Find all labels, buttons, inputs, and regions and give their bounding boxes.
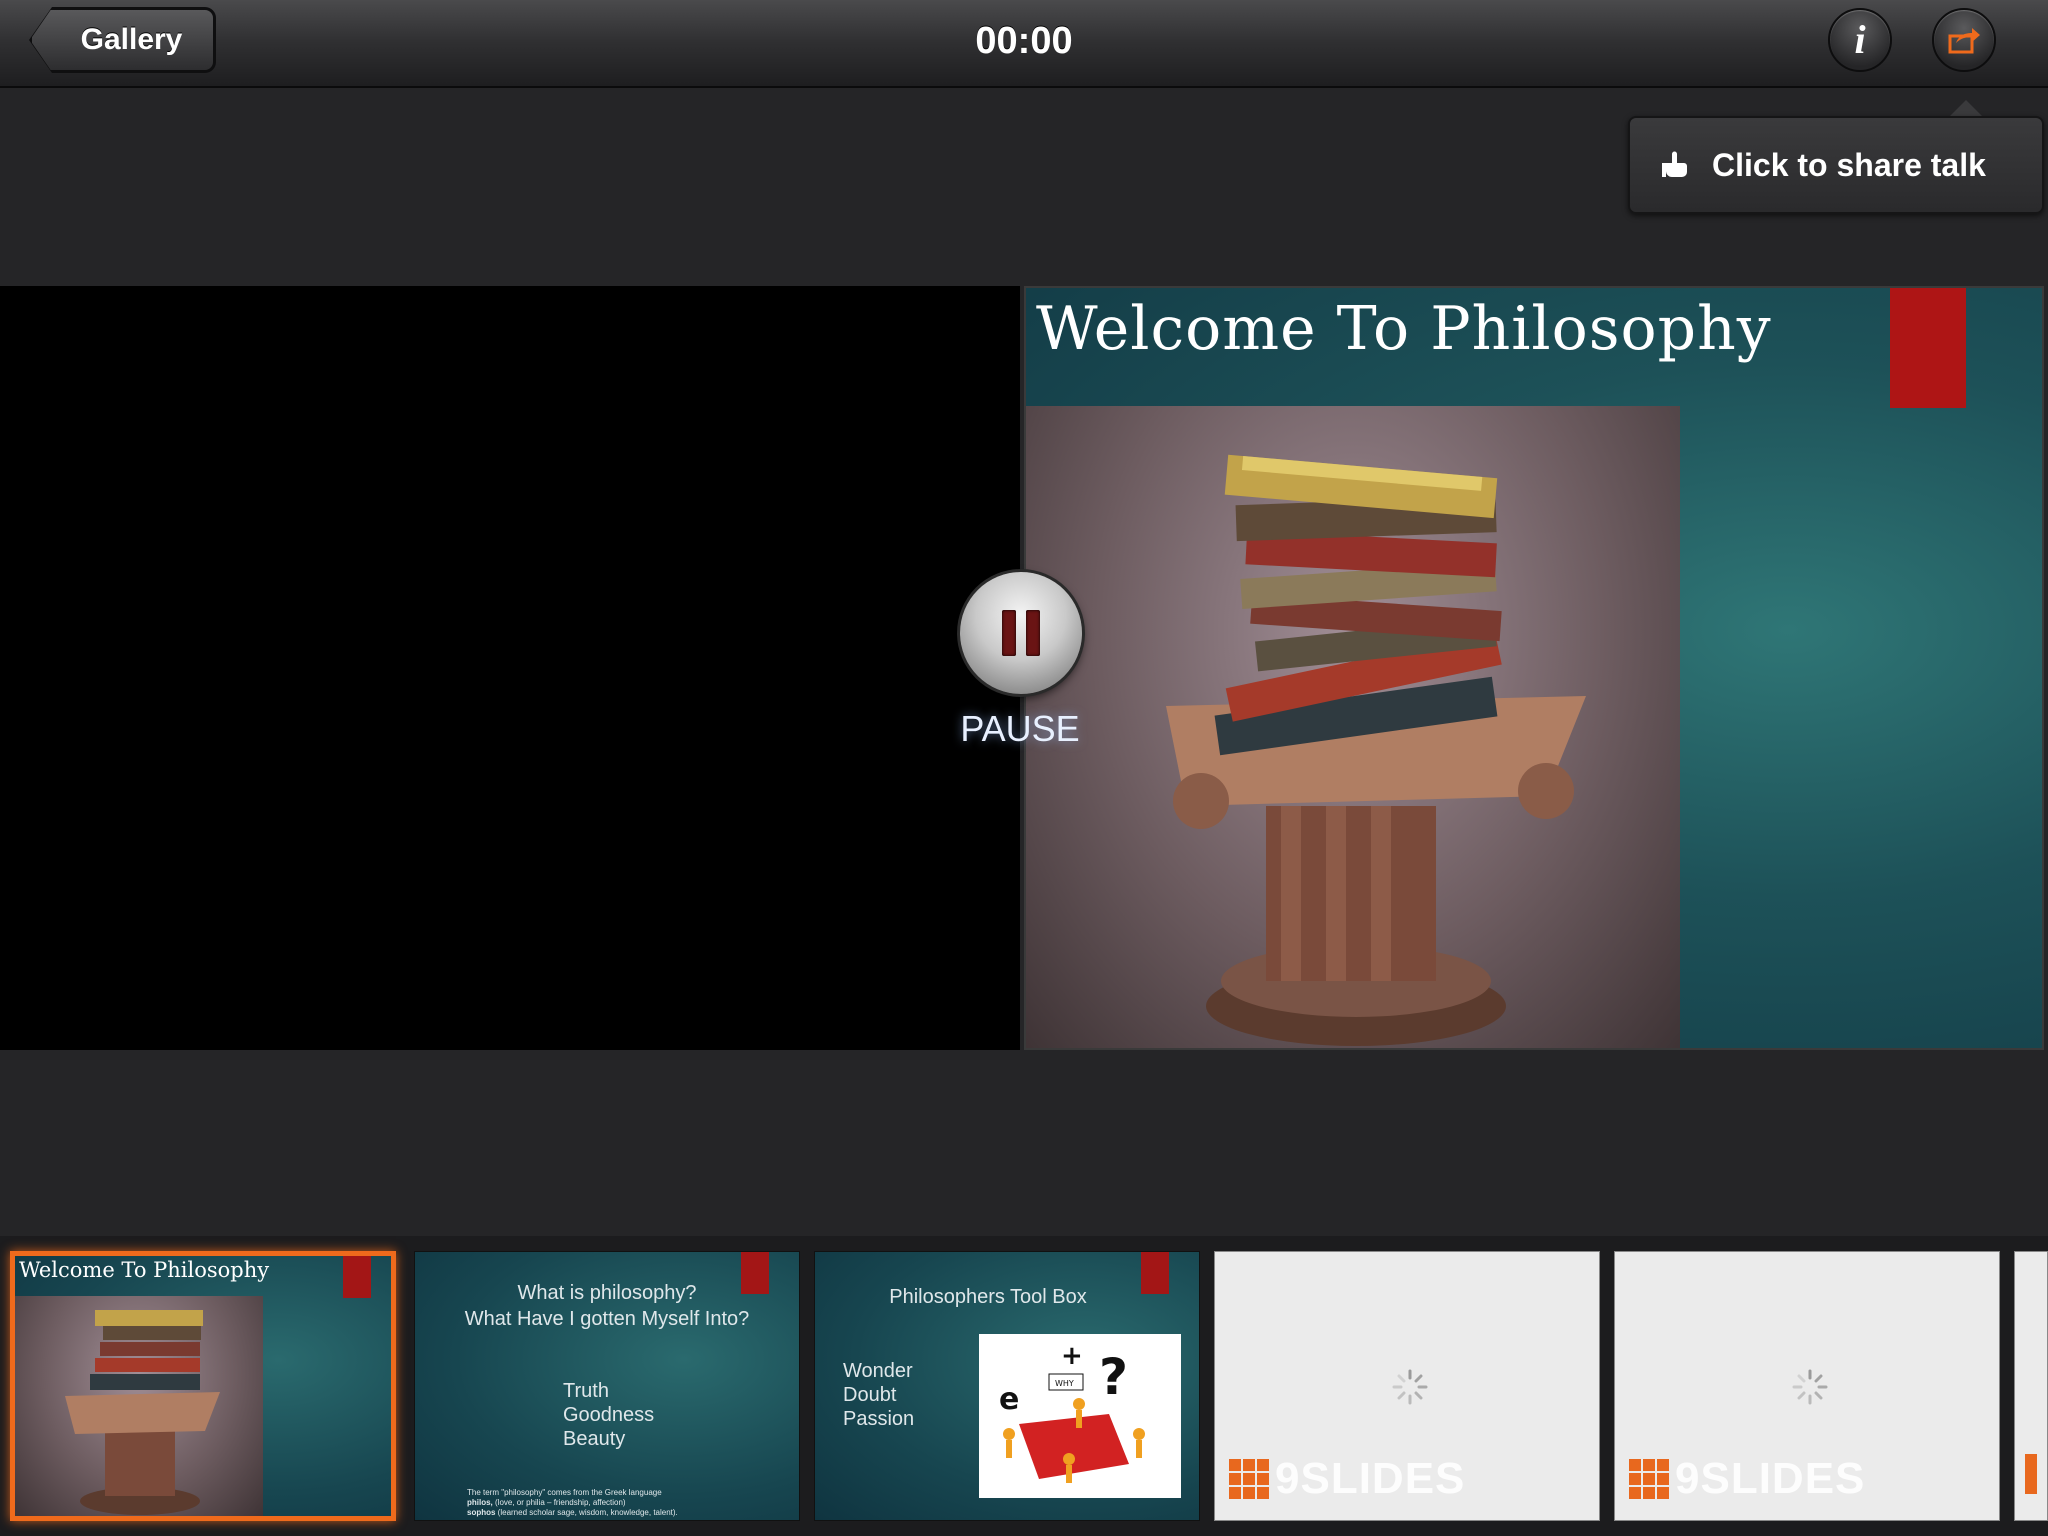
pause-icon (1002, 610, 1040, 656)
spinner-icon (1392, 1369, 1428, 1405)
toolbox-image-caption: WHY (1055, 1379, 1074, 1388)
thumbnail-slide-4[interactable]: 9SLIDES (1214, 1251, 1600, 1521)
slide-accent-bar (1890, 288, 1966, 408)
thumbnail-toolbox-image: ? + e WHY (979, 1334, 1181, 1498)
pointing-hand-icon (1662, 151, 1687, 177)
thumbnail-title: Philosophers Tool Box (889, 1286, 1087, 1308)
thumbnail-title-line2: What Have I gotten Myself Into? (464, 1308, 750, 1330)
gallery-back-label: Gallery (80, 23, 183, 56)
brand-grid-fragment (2025, 1454, 2037, 1494)
thumbnail-item: Passion (843, 1408, 915, 1430)
thumbnail-slide-2[interactable]: What is philosophy? What Have I gotten M… (414, 1251, 800, 1521)
thumbnail-photo (15, 1296, 263, 1516)
gallery-back-button[interactable]: Gallery (30, 8, 215, 72)
thumbnail-item: Doubt (843, 1384, 897, 1406)
pause-label: PAUSE (960, 708, 1080, 749)
brand-logo: 9SLIDES (1629, 1454, 1865, 1504)
spinner-icon (1792, 1369, 1828, 1405)
thumbnail-item: Truth (563, 1380, 609, 1402)
info-icon: i (1854, 17, 1866, 62)
slide-thumbnail-strip[interactable]: Welcome To Philosophy What is philosophy… (0, 1236, 2048, 1536)
thumbnail-slide-6-partial[interactable] (2014, 1251, 2048, 1521)
thumbnail-title-line1: What is philosophy? (517, 1282, 697, 1304)
thumbnail-accent (343, 1256, 371, 1298)
thumbnail-slide-1[interactable]: Welcome To Philosophy (10, 1251, 396, 1521)
svg-text:+: + (1061, 1341, 1083, 1371)
books-pedestal-illustration (1166, 454, 1586, 1046)
brand-logo: 9SLIDES (1229, 1454, 1465, 1504)
slide-title: Welcome To Philosophy (1036, 294, 1772, 364)
thumbnail-note-line2: philos, (love, or philia – friendship, a… (467, 1498, 626, 1507)
thumbnail-note-line1: The term "philosophy" comes from the Gre… (467, 1488, 662, 1497)
svg-text:e: e (999, 1382, 1019, 1417)
thumbnail-slide-3[interactable]: Philosophers Tool Box Wonder Doubt Passi… (814, 1251, 1200, 1521)
thumbnail-item: Wonder (843, 1360, 913, 1382)
current-slide: Welcome To Philosophy (1024, 286, 2044, 1050)
thumbnail-note-line3: sophos (learned scholar sage, wisdom, kn… (467, 1508, 678, 1517)
share-icon (1948, 28, 1980, 54)
share-button[interactable] (1932, 8, 1996, 72)
thumbnail-item: Beauty (563, 1428, 626, 1450)
brand-grid-icon (1229, 1459, 1269, 1499)
svg-text:?: ? (1099, 1348, 1128, 1406)
note-rest: (love, or philia – friendship, affection… (492, 1498, 626, 1507)
note-term: sophos (467, 1508, 496, 1517)
thumbnail-item: Goodness (563, 1404, 655, 1426)
note-rest: (learned scholar sage, wisdom, knowledge… (495, 1508, 678, 1517)
slide-photo-books-on-pedestal (1026, 406, 1680, 1048)
top-bar: Gallery 00:00 i (0, 0, 2048, 88)
share-tooltip[interactable]: Click to share talk (1628, 116, 2044, 214)
pause-button[interactable] (960, 572, 1082, 694)
thumbnail-title: Welcome To Philosophy (19, 1258, 270, 1282)
brand-grid-icon (1629, 1459, 1669, 1499)
video-pane (0, 286, 1020, 1050)
brand-text: 9SLIDES (1675, 1454, 1866, 1503)
thumbnail-slide-5[interactable]: 9SLIDES (1614, 1251, 2000, 1521)
brand-text: 9SLIDES (1275, 1454, 1466, 1503)
playback-timer: 00:00 (975, 20, 1073, 62)
note-term: philos, (467, 1498, 493, 1507)
info-button[interactable]: i (1828, 8, 1892, 72)
share-tooltip-text: Click to share talk (1712, 146, 1986, 183)
